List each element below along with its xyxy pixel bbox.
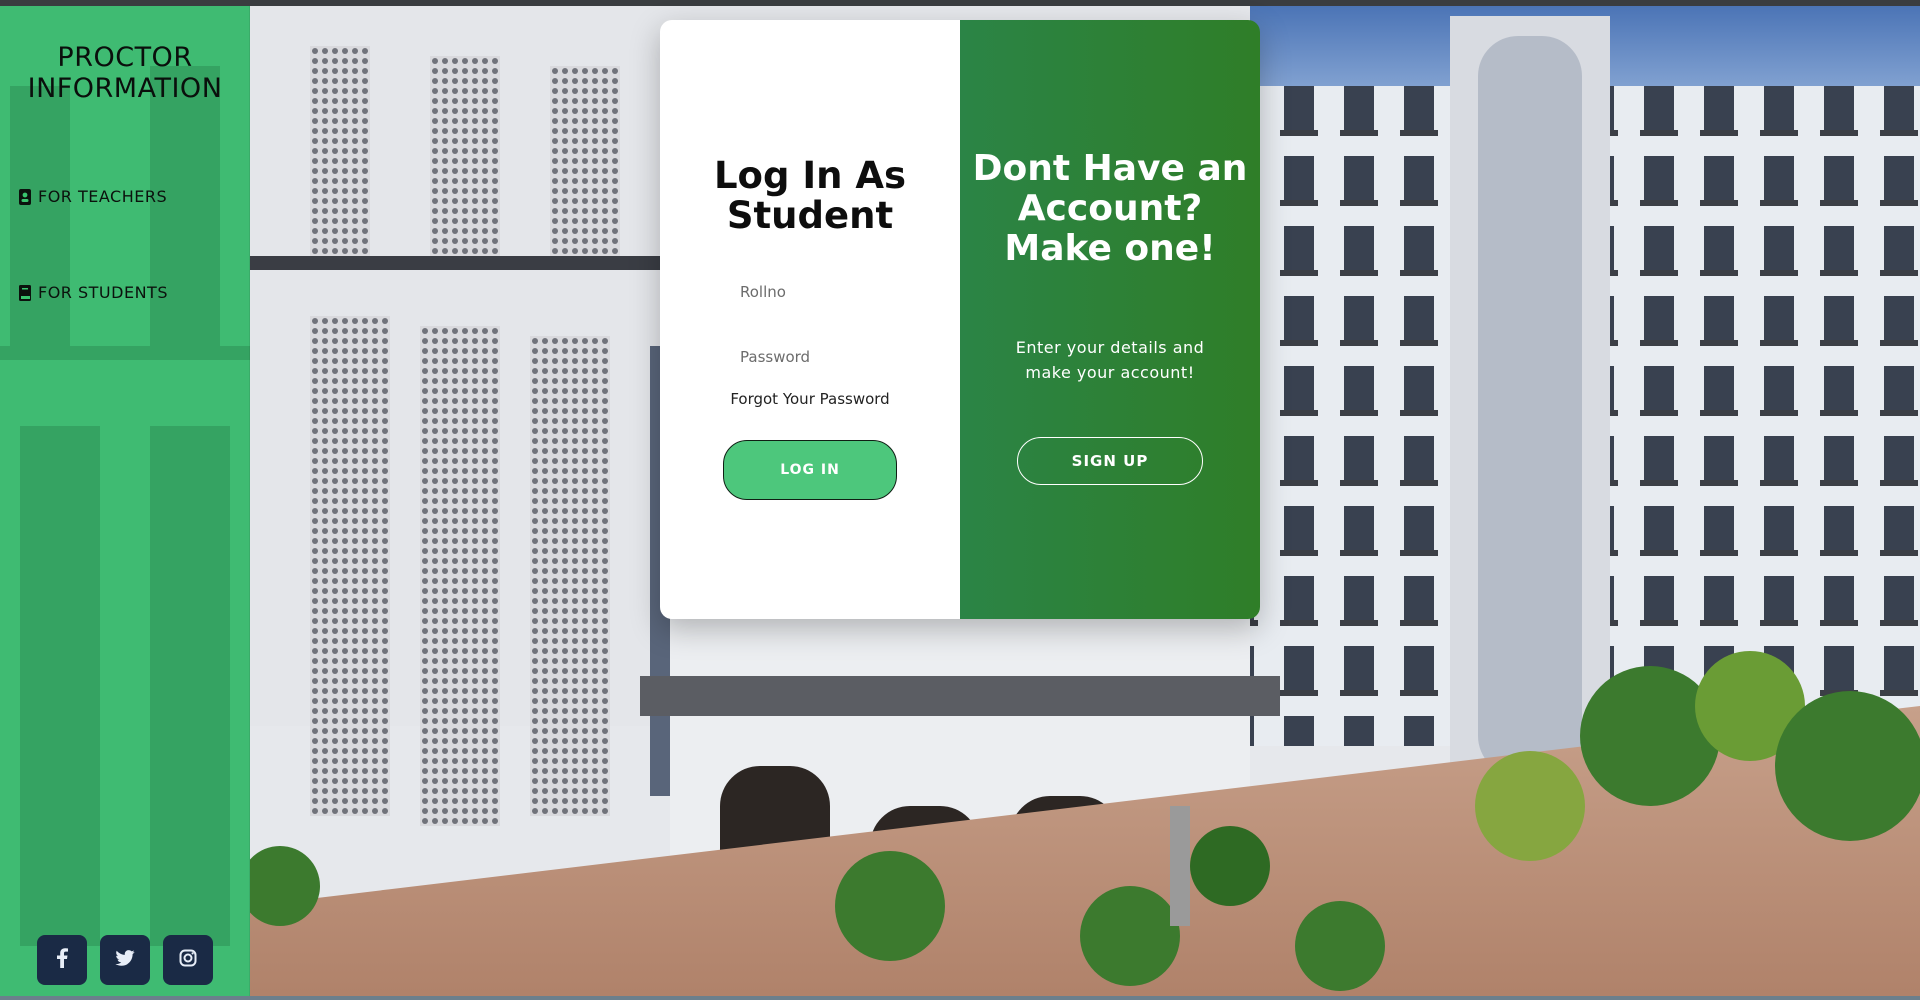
login-panel: Log In As Student Forgot Your Password L… [660, 20, 960, 619]
forgot-password-link[interactable]: Forgot Your Password [660, 390, 960, 408]
facebook-icon [56, 948, 68, 972]
brand-title: PROCTOR INFORMATION [27, 42, 223, 104]
password-input[interactable] [730, 340, 950, 374]
login-button[interactable]: LOG IN [723, 440, 897, 500]
twitter-button[interactable] [100, 935, 150, 985]
sidebar-building-overlay [0, 6, 250, 996]
signup-button[interactable]: SIGN UP [1017, 437, 1203, 485]
social-links [37, 935, 213, 985]
sidebar-item-label: FOR TEACHERS [38, 187, 168, 206]
auth-card: Log In As Student Forgot Your Password L… [660, 20, 1260, 619]
signup-panel: Dont Have an Account? Make one! Enter yo… [960, 20, 1260, 619]
sidebar-item-for-students[interactable]: FOR STUDENTS [18, 283, 168, 302]
signup-panel-title: Dont Have an Account? Make one! [972, 148, 1248, 269]
signup-panel-subtitle: Enter your details and make your account… [1015, 338, 1205, 382]
id-badge-icon [18, 188, 32, 205]
twitter-icon [115, 950, 135, 970]
login-title: Log In As Student [713, 154, 906, 237]
sidebar: PROCTOR INFORMATION FOR TEACHERS FOR STU… [0, 6, 250, 996]
instagram-icon [179, 949, 197, 971]
instagram-button[interactable] [163, 935, 213, 985]
book-icon [18, 284, 32, 301]
sidebar-item-label: FOR STUDENTS [38, 283, 168, 302]
sidebar-item-for-teachers[interactable]: FOR TEACHERS [18, 187, 167, 206]
facebook-button[interactable] [37, 935, 87, 985]
rollno-input[interactable] [730, 275, 950, 309]
